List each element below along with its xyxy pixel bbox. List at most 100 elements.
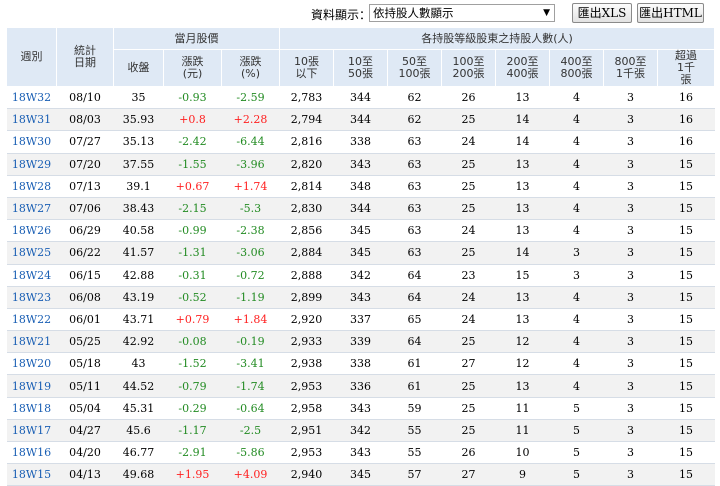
week-link[interactable]: 18W18 [6, 397, 57, 420]
date-cell: 07/13 [56, 175, 114, 198]
close-cell: 46.77 [113, 441, 164, 465]
date-cell: 05/04 [56, 397, 114, 420]
tier-8-cell: 15 [657, 219, 715, 243]
header-tier-3: 50至100張 [387, 49, 442, 87]
header-price-group: 當月股價 [113, 27, 280, 50]
week-link[interactable]: 18W22 [6, 308, 57, 332]
tier-6-cell: 4 [549, 330, 604, 354]
tier-8-cell: 15 [657, 197, 715, 221]
week-link[interactable]: 18W21 [6, 330, 57, 354]
tier-7-cell: 3 [603, 241, 658, 265]
date-cell: 04/20 [56, 441, 114, 465]
change-pct-cell: -1.74 [221, 374, 280, 398]
week-link[interactable]: 18W31 [6, 108, 57, 132]
tier-6-cell: 4 [549, 197, 604, 221]
tier-3-cell: 57 [387, 463, 442, 486]
close-cell: 45.31 [113, 397, 164, 420]
date-cell: 05/25 [56, 330, 114, 354]
tier-7-cell: 3 [603, 108, 658, 132]
header-holders-group: 各持股等級股東之持股人數(人) [278, 27, 716, 50]
header-tier-5-text: 200至400張 [506, 55, 539, 80]
tier-1-cell: 2,940 [279, 463, 334, 486]
tier-7-cell: 3 [603, 130, 658, 154]
tier-3-cell: 55 [387, 441, 442, 465]
display-mode-select[interactable]: 依持股人數顯示 ▼ [369, 4, 555, 22]
table-row: 18W31 08/03 35.93 +0.8 +2.28 2,794 344 62 25 14 4 3… [6, 108, 715, 132]
tier-5-cell: 11 [495, 397, 550, 420]
tier-7-cell: 3 [603, 463, 658, 486]
export-html-button[interactable]: 匯出HTML [637, 3, 704, 23]
week-link[interactable]: 18W17 [6, 419, 57, 443]
tier-3-cell: 63 [387, 219, 442, 243]
tier-6-cell: 4 [549, 352, 604, 376]
close-cell: 40.58 [113, 219, 164, 243]
week-link[interactable]: 18W23 [6, 286, 57, 309]
change-pct-cell: +1.84 [221, 308, 280, 332]
week-link[interactable]: 18W19 [6, 374, 57, 398]
tier-6-cell: 4 [549, 219, 604, 243]
week-link[interactable]: 18W30 [6, 130, 57, 154]
tier-1-cell: 2,951 [279, 419, 334, 443]
header-tier-7: 800至1千張 [603, 49, 658, 87]
tier-4-cell: 25 [441, 374, 496, 398]
tier-5-cell: 13 [495, 153, 550, 176]
week-link[interactable]: 18W15 [6, 463, 57, 486]
week-link[interactable]: 18W29 [6, 153, 57, 176]
week-link[interactable]: 18W32 [6, 86, 57, 110]
date-cell: 06/22 [56, 241, 114, 265]
header-change-pct: 漲跌(%) [221, 49, 280, 87]
table-row: 18W22 06/01 43.71 +0.79 +1.84 2,920 337 65 24 13 4… [6, 308, 715, 332]
week-link[interactable]: 18W20 [6, 352, 57, 376]
tier-2-cell: 348 [333, 175, 388, 198]
tier-8-cell: 15 [657, 308, 715, 332]
tier-4-cell: 25 [441, 419, 496, 443]
tier-5-cell: 13 [495, 86, 550, 110]
close-cell: 35.93 [113, 108, 164, 132]
week-link[interactable]: 18W26 [6, 219, 57, 243]
table-row: 18W32 08/10 35 -0.93 -2.59 2,783 344 62 26 13 4 3 16 [6, 86, 715, 110]
tier-2-cell: 338 [333, 352, 388, 376]
tier-5-cell: 11 [495, 419, 550, 443]
tier-5-cell: 14 [495, 130, 550, 154]
tier-5-cell: 13 [495, 286, 550, 309]
table-row: 18W19 05/11 44.52 -0.79 -1.74 2,953 336 61 25 13 4… [6, 374, 715, 398]
header-tier-1-text: 10張以下 [294, 55, 319, 80]
change-pct-cell: -3.41 [221, 352, 280, 376]
tier-1-cell: 2,899 [279, 286, 334, 309]
change-cell: -2.42 [163, 130, 222, 154]
close-cell: 43.71 [113, 308, 164, 332]
tier-1-cell: 2,938 [279, 352, 334, 376]
header-tier-6-text: 400至800張 [560, 55, 593, 80]
export-xls-button[interactable]: 匯出XLS [572, 3, 632, 23]
tier-1-cell: 2,888 [279, 264, 334, 287]
tier-2-cell: 336 [333, 374, 388, 398]
close-cell: 45.6 [113, 419, 164, 443]
change-cell: -1.31 [163, 241, 222, 265]
tier-6-cell: 5 [549, 397, 604, 420]
tier-6-cell: 5 [549, 463, 604, 486]
week-link[interactable]: 18W24 [6, 264, 57, 287]
week-link[interactable]: 18W28 [6, 175, 57, 198]
week-link[interactable]: 18W16 [6, 441, 57, 465]
week-link[interactable]: 18W25 [6, 241, 57, 265]
header-close: 收盤 [113, 49, 164, 87]
tier-6-cell: 3 [549, 241, 604, 265]
tier-5-cell: 13 [495, 197, 550, 221]
tier-1-cell: 2,794 [279, 108, 334, 132]
week-link[interactable]: 18W27 [6, 197, 57, 221]
change-pct-cell: +1.74 [221, 175, 280, 198]
change-cell: -0.08 [163, 330, 222, 354]
tier-6-cell: 4 [549, 130, 604, 154]
change-pct-cell: +4.09 [221, 463, 280, 486]
change-pct-cell: -6.44 [221, 130, 280, 154]
change-cell: -0.93 [163, 86, 222, 110]
tier-1-cell: 2,856 [279, 219, 334, 243]
date-cell: 05/11 [56, 374, 114, 398]
close-cell: 43.19 [113, 286, 164, 309]
close-cell: 49.68 [113, 463, 164, 486]
date-cell: 04/13 [56, 463, 114, 486]
tier-1-cell: 2,920 [279, 308, 334, 332]
tier-4-cell: 27 [441, 463, 496, 486]
change-cell: -0.99 [163, 219, 222, 243]
tier-7-cell: 3 [603, 197, 658, 221]
